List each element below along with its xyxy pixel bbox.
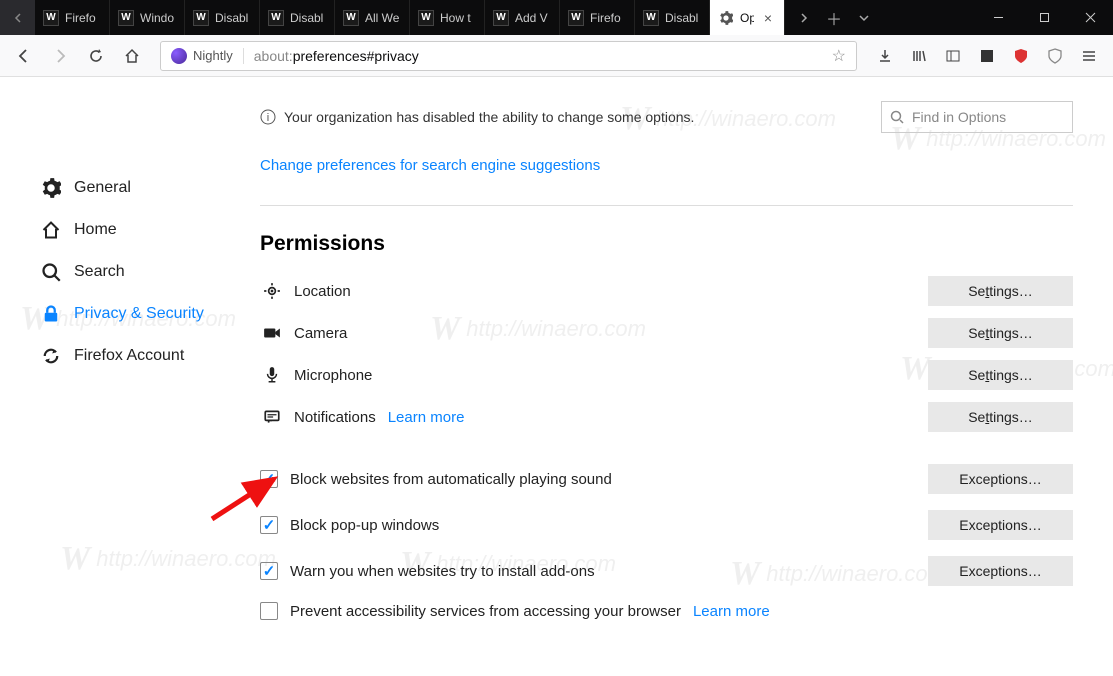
policy-notice: i Your organization has disabled the abi… (260, 109, 869, 125)
window-maximize[interactable] (1021, 0, 1067, 35)
shield-icon[interactable] (1039, 40, 1071, 72)
bookmark-star-icon[interactable]: ☆ (822, 46, 856, 66)
warn-addons-checkbox[interactable] (260, 562, 278, 580)
tab[interactable]: WFirefo (35, 0, 110, 35)
sync-icon (40, 345, 62, 367)
block-autoplay-checkbox[interactable] (260, 470, 278, 488)
search-icon (40, 261, 62, 283)
autoplay-exceptions-button[interactable]: Exceptions… (928, 464, 1073, 494)
forward-button[interactable] (44, 40, 76, 72)
permission-location: Location Settings… (260, 270, 1073, 312)
accessibility-learn-more-link[interactable]: Learn more (693, 603, 770, 620)
permission-microphone: Microphone Settings… (260, 354, 1073, 396)
tabs-dropdown[interactable] (849, 0, 879, 35)
sidebar-item-label: Home (74, 221, 117, 239)
home-icon (40, 219, 62, 241)
favicon-icon: W (568, 10, 584, 26)
tab-close-icon[interactable]: × (760, 10, 776, 26)
ublock-icon[interactable] (1005, 40, 1037, 72)
favicon-icon: W (493, 10, 509, 26)
popups-exceptions-button[interactable]: Exceptions… (928, 510, 1073, 540)
extension-icon[interactable] (971, 40, 1003, 72)
nav-toolbar: Nightly about:preferences#privacy ☆ (0, 35, 1113, 77)
permission-notifications: Notifications Learn more Settings… (260, 396, 1073, 438)
favicon-icon: W (43, 10, 59, 26)
svg-text:i: i (267, 112, 269, 124)
block-autoplay-row: Block websites from automatically playin… (260, 456, 1073, 502)
favicon-icon: W (343, 10, 359, 26)
tab-scroll-right[interactable] (789, 0, 819, 35)
notifications-settings-button[interactable]: Settings… (928, 402, 1073, 432)
new-tab-button[interactable]: ＋ (819, 0, 849, 35)
favicon-icon: W (118, 10, 134, 26)
sidebar-button[interactable] (937, 40, 969, 72)
sidebar-item-label: General (74, 179, 131, 197)
tab[interactable]: WHow t (410, 0, 485, 35)
window-minimize[interactable] (975, 0, 1021, 35)
lock-icon (40, 303, 62, 325)
identity-box[interactable]: Nightly (161, 48, 244, 64)
sidebar-item-label: Privacy & Security (74, 305, 204, 323)
search-suggestions-link[interactable]: Change preferences for search engine sug… (260, 157, 600, 174)
tab[interactable]: WDisabl (635, 0, 710, 35)
addons-exceptions-button[interactable]: Exceptions… (928, 556, 1073, 586)
block-popups-checkbox[interactable] (260, 516, 278, 534)
favicon-icon: W (193, 10, 209, 26)
camera-settings-button[interactable]: Settings… (928, 318, 1073, 348)
options-search-input[interactable]: Find in Options (881, 101, 1073, 133)
notification-icon (260, 408, 284, 426)
main-content: i Your organization has disabled the abi… (250, 77, 1113, 676)
gear-icon (718, 10, 734, 26)
permission-camera: Camera Settings… (260, 312, 1073, 354)
identity-label: Nightly (193, 48, 233, 63)
sidebar-item-account[interactable]: Firefox Account (40, 335, 250, 377)
microphone-icon (260, 366, 284, 384)
sidebar-item-privacy[interactable]: Privacy & Security (40, 293, 250, 335)
warn-addons-row: Warn you when websites try to install ad… (260, 548, 1073, 594)
tab[interactable]: WAdd V (485, 0, 560, 35)
favicon-icon: W (643, 10, 659, 26)
tab[interactable]: WFirefo (560, 0, 635, 35)
sidebar-item-general[interactable]: General (40, 167, 250, 209)
back-button[interactable] (8, 40, 40, 72)
sidebar-item-label: Search (74, 263, 125, 281)
home-button[interactable] (116, 40, 148, 72)
url-bar[interactable]: Nightly about:preferences#privacy ☆ (160, 41, 857, 71)
nightly-icon (171, 48, 187, 64)
tab[interactable]: WDisabl (260, 0, 335, 35)
gear-icon (40, 177, 62, 199)
location-settings-button[interactable]: Settings… (928, 276, 1073, 306)
camera-icon (260, 324, 284, 342)
tab[interactable]: WWindo (110, 0, 185, 35)
library-button[interactable] (903, 40, 935, 72)
favicon-icon: W (268, 10, 284, 26)
reload-button[interactable] (80, 40, 112, 72)
permissions-heading: Permissions (260, 232, 1073, 256)
sidebar-item-search[interactable]: Search (40, 251, 250, 293)
prevent-accessibility-checkbox[interactable] (260, 602, 278, 620)
microphone-settings-button[interactable]: Settings… (928, 360, 1073, 390)
titlebar: WFirefo WWindo WDisabl WDisabl WAll We W… (0, 0, 1113, 35)
tab-scroll-left[interactable] (0, 0, 35, 35)
favicon-icon: W (418, 10, 434, 26)
prevent-accessibility-row: Prevent accessibility services from acce… (260, 594, 1073, 628)
window-close[interactable] (1067, 0, 1113, 35)
preferences-sidebar: General Home Search Privacy & Security F… (0, 77, 250, 676)
tab[interactable]: WAll We (335, 0, 410, 35)
sidebar-item-home[interactable]: Home (40, 209, 250, 251)
tab-active[interactable]: Op × (710, 0, 785, 35)
downloads-button[interactable] (869, 40, 901, 72)
block-popups-row: Block pop-up windows Exceptions… (260, 502, 1073, 548)
info-icon: i (260, 109, 276, 125)
notifications-learn-more-link[interactable]: Learn more (388, 409, 465, 426)
url-text: about:preferences#privacy (244, 48, 822, 64)
sidebar-item-label: Firefox Account (74, 347, 184, 365)
search-placeholder: Find in Options (912, 109, 1006, 125)
hamburger-menu[interactable] (1073, 40, 1105, 72)
search-icon (890, 110, 904, 124)
tab[interactable]: WDisabl (185, 0, 260, 35)
location-icon (260, 282, 284, 300)
